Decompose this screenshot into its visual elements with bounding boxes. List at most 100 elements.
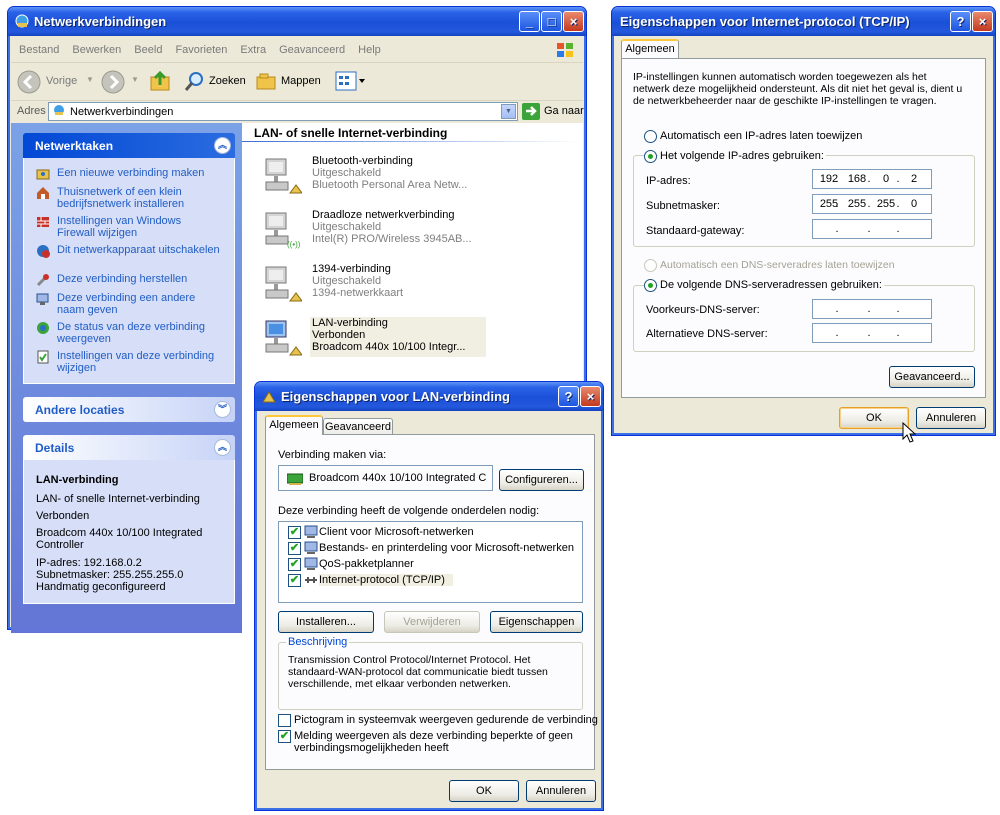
- help-button[interactable]: ?: [558, 386, 579, 407]
- notify-checkbox[interactable]: ✔: [278, 730, 291, 743]
- task-firewall[interactable]: Instellingen van Windows Firewall wijzig…: [36, 215, 221, 239]
- up-folder-icon[interactable]: [148, 69, 172, 96]
- explorer-titlebar[interactable]: Netwerkverbindingen _ □ ×: [8, 7, 586, 36]
- manual-ip-label[interactable]: Het volgende IP-adres gebruiken:: [658, 150, 826, 162]
- configure-button[interactable]: Configureren...: [499, 469, 584, 491]
- component-label[interactable]: QoS-pakketplanner: [319, 558, 414, 570]
- network-connection-small-icon: [262, 389, 277, 404]
- folders-button-label[interactable]: Mappen: [281, 75, 321, 87]
- tcpip-titlebar[interactable]: Eigenschappen voor Internet-protocol (TC…: [612, 7, 995, 36]
- other-places-header[interactable]: Andere locaties ︾: [23, 397, 235, 422]
- components-list[interactable]: ✔ Client voor Microsoft-netwerken ✔ Best…: [278, 521, 583, 603]
- task-rename[interactable]: Deze verbinding een andere naam geven: [36, 292, 221, 316]
- cancel-button[interactable]: Annuleren: [526, 780, 596, 802]
- menu-edit[interactable]: Bewerken: [72, 44, 121, 56]
- menu-tools[interactable]: Extra: [240, 44, 266, 56]
- task-home-network[interactable]: Thuisnetwerk of een klein bedrijfsnetwer…: [36, 186, 221, 210]
- gateway-field[interactable]: . . .: [812, 219, 932, 239]
- folders-icon[interactable]: [255, 71, 277, 94]
- task-change-settings[interactable]: Instellingen van deze verbinding wijzige…: [36, 350, 221, 374]
- menu-help[interactable]: Help: [358, 44, 381, 56]
- close-button[interactable]: ×: [580, 386, 601, 407]
- notify-label[interactable]: Melding weergeven als deze verbinding be…: [294, 730, 584, 754]
- go-arrow-icon[interactable]: [522, 103, 540, 123]
- network-connection-active-icon: [265, 320, 302, 356]
- connection-item[interactable]: Bluetooth-verbinding Uitgeschakeld Bluet…: [262, 153, 472, 205]
- preferred-dns-field[interactable]: . . .: [812, 299, 932, 319]
- alternate-dns-field[interactable]: . . .: [812, 323, 932, 343]
- views-icon[interactable]: [335, 71, 367, 94]
- tab-general[interactable]: Algemeen: [265, 415, 323, 435]
- details-header[interactable]: Details ︽: [23, 435, 235, 460]
- close-button[interactable]: ×: [563, 11, 584, 32]
- manual-dns-radio[interactable]: [644, 279, 657, 292]
- manual-dns-label[interactable]: De volgende DNS-serveradressen gebruiken…: [658, 279, 884, 291]
- expand-chevron-icon[interactable]: ︾: [214, 401, 231, 418]
- component-label[interactable]: Bestands- en printerdeling voor Microsof…: [319, 542, 574, 554]
- mask-dot: .: [835, 198, 839, 210]
- maximize-button[interactable]: □: [541, 11, 562, 32]
- ip-address-field[interactable]: 192 . 168 . 0 . 2: [812, 169, 932, 189]
- network-folder-small-icon: [53, 104, 66, 120]
- connection-item-selected[interactable]: LAN-verbinding Verbonden Broadcom 440x 1…: [262, 315, 486, 367]
- back-arrow-icon[interactable]: [17, 70, 41, 97]
- forward-arrow-icon[interactable]: [101, 70, 125, 97]
- ok-button[interactable]: OK: [449, 780, 519, 802]
- menu-advanced[interactable]: Geavanceerd: [279, 44, 345, 56]
- go-button-label[interactable]: Ga naar: [544, 105, 584, 117]
- menu-view[interactable]: Beeld: [134, 44, 162, 56]
- search-icon[interactable]: [183, 71, 205, 96]
- auto-ip-radio[interactable]: [644, 130, 657, 143]
- install-button[interactable]: Installeren...: [278, 611, 374, 633]
- task-disable-device[interactable]: Dit netwerkapparaat uitschakelen: [36, 244, 221, 258]
- connection-item[interactable]: ((•)) Draadloze netwerkverbinding Uitges…: [262, 207, 472, 259]
- component-checkbox[interactable]: ✔: [288, 526, 301, 539]
- lan-titlebar[interactable]: Eigenschappen voor LAN-verbinding ? ×: [255, 382, 603, 411]
- ok-button[interactable]: OK: [839, 407, 909, 429]
- tray-icon-label[interactable]: Pictogram in systeemvak weergeven gedure…: [294, 714, 598, 726]
- minimize-button[interactable]: _: [519, 11, 540, 32]
- tray-icon-checkbox[interactable]: [278, 714, 291, 727]
- ip-address-label: IP-adres:: [646, 175, 691, 187]
- properties-button[interactable]: Eigenschappen: [490, 611, 583, 633]
- connection-name: 1394-verbinding: [312, 263, 391, 275]
- help-button[interactable]: ?: [950, 11, 971, 32]
- connection-item[interactable]: 1394-verbinding Uitgeschakeld 1394-netwe…: [262, 261, 472, 313]
- connection-name: Bluetooth-verbinding: [312, 155, 413, 167]
- alternate-dns-label: Alternatieve DNS-server:: [646, 328, 768, 340]
- back-button-label[interactable]: Vorige: [46, 75, 77, 87]
- address-input[interactable]: Netwerkverbindingen ▼: [48, 102, 518, 121]
- task-repair[interactable]: Deze verbinding herstellen: [36, 273, 221, 287]
- component-label[interactable]: Client voor Microsoft-netwerken: [319, 526, 474, 538]
- forward-dropdown-icon[interactable]: ▼: [131, 75, 139, 84]
- task-pane: Netwerktaken ︽ Een nieuwe verbinding mak…: [11, 123, 242, 633]
- subnet-mask-field[interactable]: 255 . 255 . 255 . 0: [812, 194, 932, 214]
- component-checkbox[interactable]: ✔: [288, 542, 301, 555]
- search-button-label[interactable]: Zoeken: [209, 75, 246, 87]
- collapse-chevron-icon[interactable]: ︽: [214, 137, 231, 154]
- collapse-chevron-icon[interactable]: ︽: [214, 439, 231, 456]
- menu-file[interactable]: Bestand: [19, 44, 59, 56]
- connection-status: Verbonden: [312, 329, 366, 341]
- component-checkbox[interactable]: ✔: [288, 558, 301, 571]
- tab-general[interactable]: Algemeen: [621, 39, 679, 59]
- back-dropdown-icon[interactable]: ▼: [86, 75, 94, 84]
- new-connection-icon: [36, 169, 50, 180]
- address-dropdown-icon[interactable]: ▼: [501, 104, 516, 119]
- network-tasks-header[interactable]: Netwerktaken ︽: [23, 133, 235, 158]
- menu-favorites[interactable]: Favorieten: [175, 44, 227, 56]
- subnet-mask-label: Subnetmasker:: [646, 200, 720, 212]
- task-new-connection[interactable]: Een nieuwe verbinding maken: [36, 167, 221, 180]
- network-connection-disabled-icon: [265, 266, 302, 302]
- component-label-selected[interactable]: Internet-protocol (TCP/IP): [319, 574, 453, 586]
- cancel-button[interactable]: Annuleren: [916, 407, 986, 429]
- auto-ip-label[interactable]: Automatisch een IP-adres laten toewijzen: [660, 130, 862, 142]
- component-checkbox[interactable]: ✔: [288, 574, 301, 587]
- settings-document-icon: [37, 350, 49, 364]
- manual-ip-radio[interactable]: [644, 150, 657, 163]
- task-view-status[interactable]: De status van deze verbinding weergeven: [36, 321, 221, 345]
- close-button[interactable]: ×: [972, 11, 993, 32]
- advanced-button[interactable]: Geavanceerd...: [889, 366, 975, 388]
- tab-advanced[interactable]: Geavanceerd: [323, 418, 393, 435]
- connection-status: Uitgeschakeld: [312, 275, 382, 287]
